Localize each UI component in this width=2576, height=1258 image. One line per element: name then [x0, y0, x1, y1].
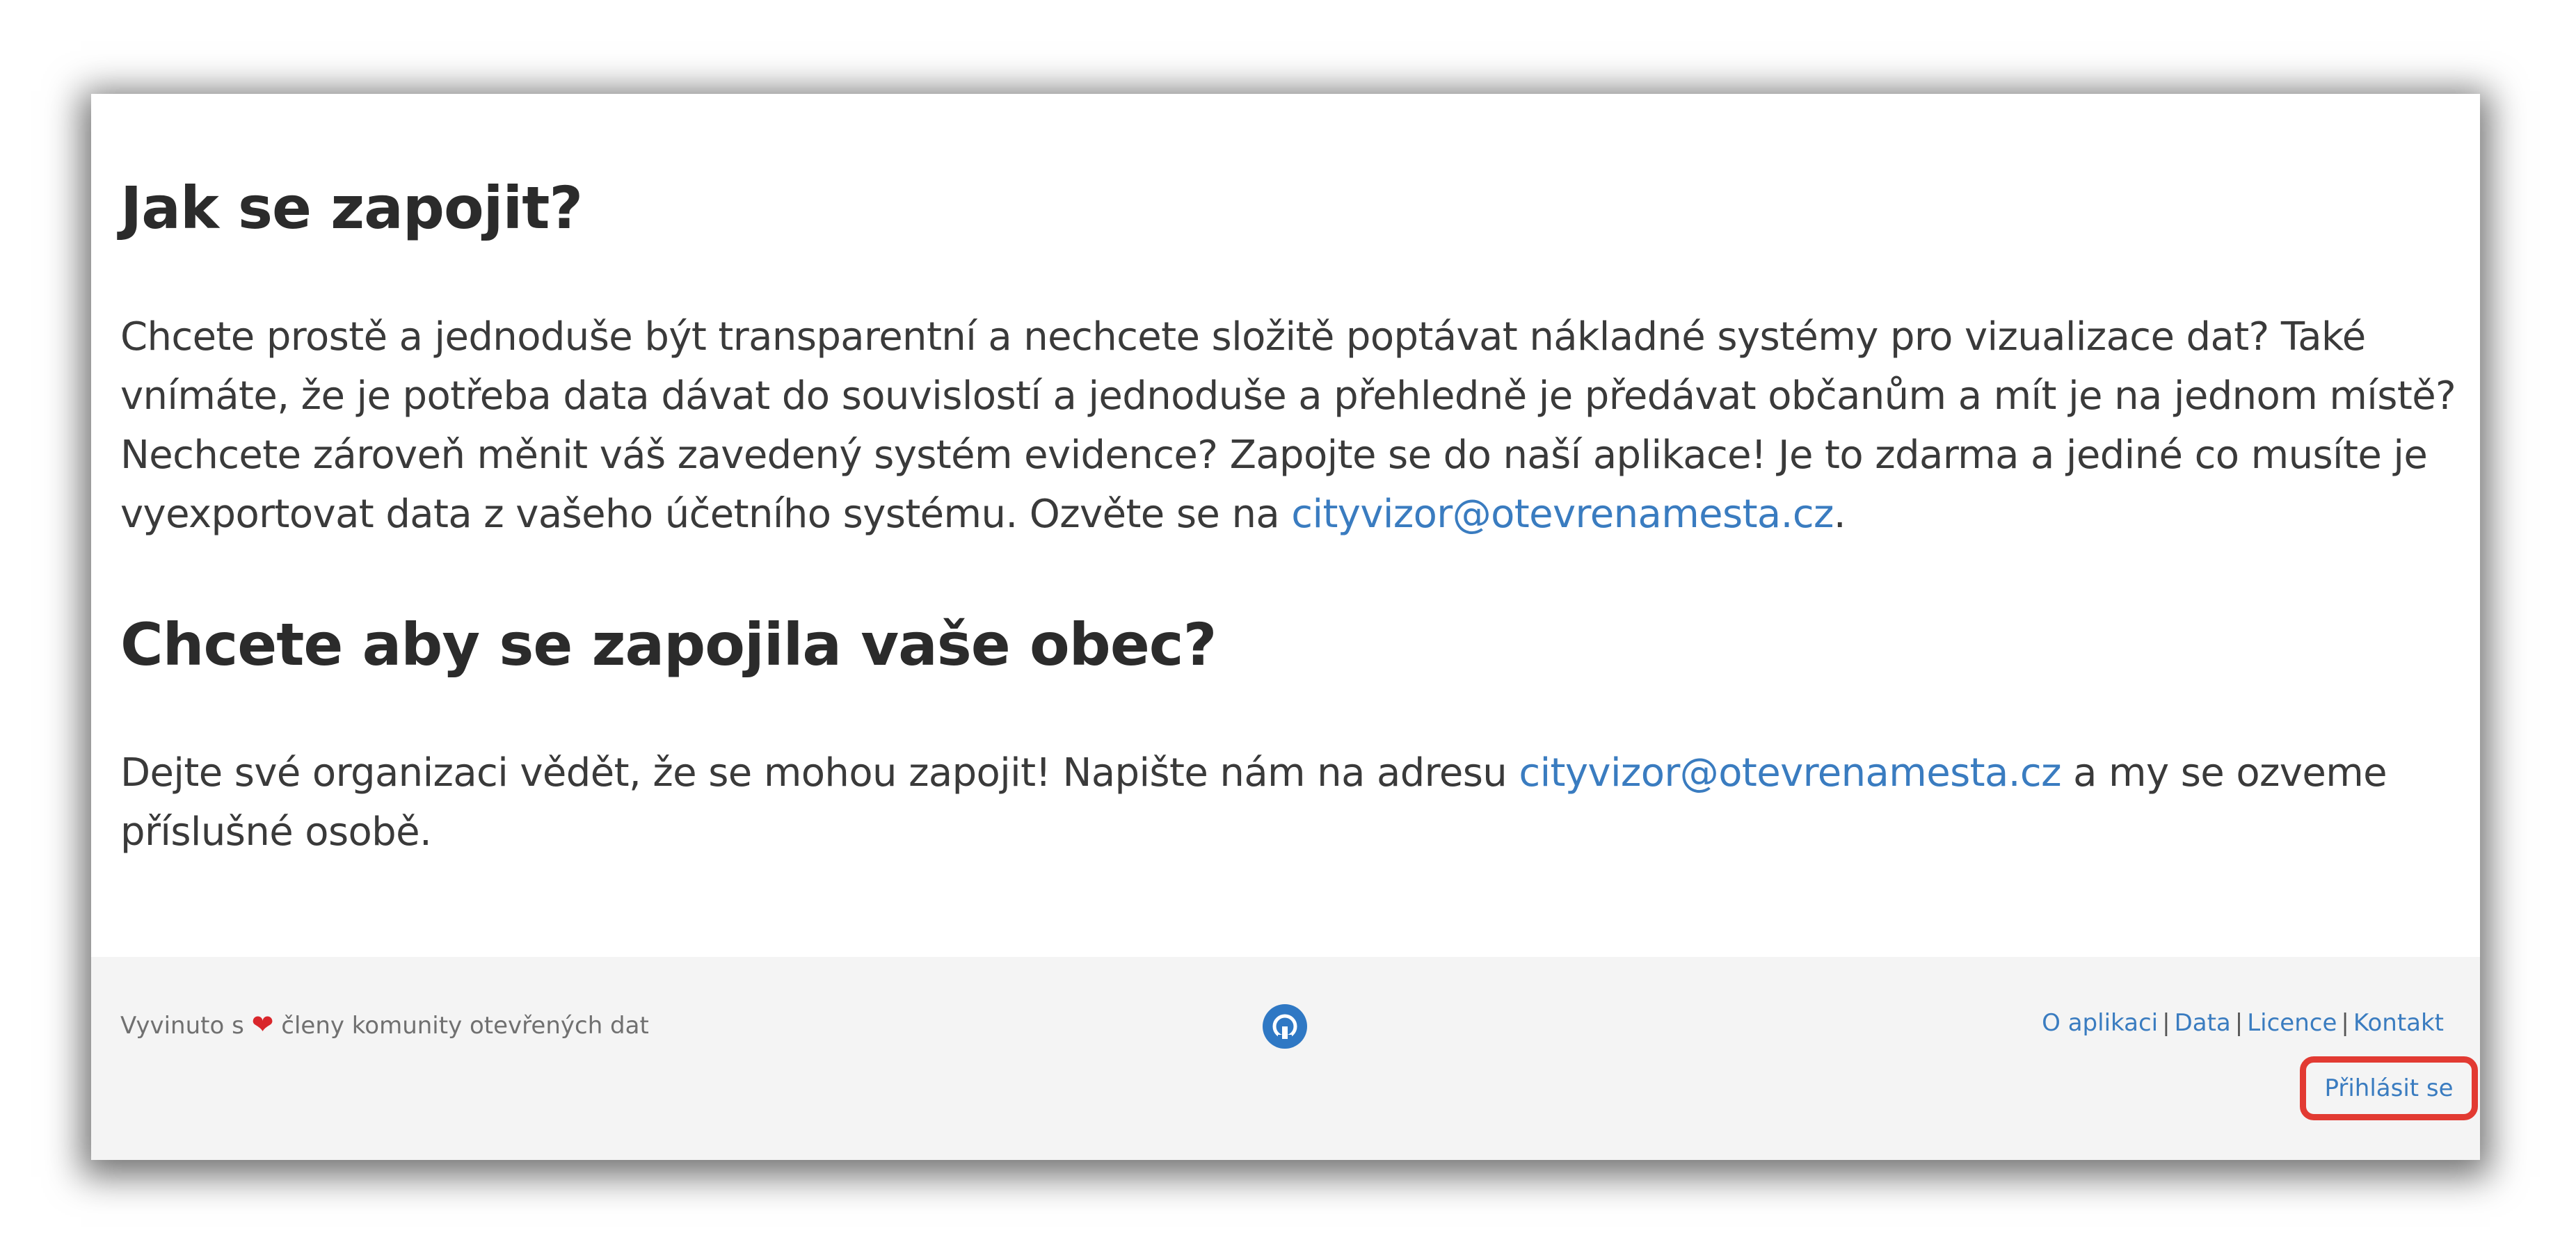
footer-links: O aplikaci | Data | Licence | Kontakt: [2042, 1009, 2444, 1037]
link-separator: |: [2234, 1009, 2243, 1037]
paragraph-city-join-text: Dejte své organizaci vědět, že se mohou …: [120, 750, 1519, 796]
link-separator: |: [2341, 1009, 2349, 1037]
login-highlight: Přihlásit se: [2300, 1056, 2478, 1120]
login-link[interactable]: Přihlásit se: [2324, 1074, 2453, 1102]
footer-credits: Vyvinuto s ❤ členy komunity otevřených d…: [120, 1009, 649, 1040]
main-content: Jak se zapojit? Chcete prostě a jednoduš…: [91, 94, 2480, 957]
footer-link-license[interactable]: Licence: [2247, 1009, 2337, 1037]
credits-prefix: Vyvinuto s: [120, 1012, 244, 1040]
paragraph-how-to-join-end: .: [1833, 492, 1846, 537]
email-link-join[interactable]: cityvizor@otevrenamesta.cz: [1291, 492, 1834, 537]
page-window: Jak se zapojit? Chcete prostě a jednoduš…: [91, 94, 2480, 1160]
footer: Vyvinuto s ❤ členy komunity otevřených d…: [91, 957, 2480, 1160]
footer-link-data[interactable]: Data: [2175, 1009, 2231, 1037]
github-icon[interactable]: [1263, 1004, 1307, 1049]
link-separator: |: [2162, 1009, 2170, 1037]
footer-link-about[interactable]: O aplikaci: [2042, 1009, 2158, 1037]
heart-icon: ❤: [251, 1009, 274, 1040]
footer-link-contact[interactable]: Kontakt: [2353, 1009, 2444, 1037]
github-icon-graphic: [1272, 1014, 1297, 1040]
email-link-city[interactable]: cityvizor@otevrenamesta.cz: [1519, 750, 2061, 796]
paragraph-city-join: Dejte své organizaci vědět, že se mohou …: [120, 743, 2472, 862]
credits-suffix: členy komunity otevřených dat: [281, 1012, 649, 1040]
paragraph-how-to-join-text: Chcete prostě a jednoduše být transparen…: [120, 314, 2456, 537]
heading-city-join: Chcete aby se zapojila vaše obec?: [120, 611, 1217, 679]
heading-how-to-join: Jak se zapojit?: [120, 174, 583, 242]
paragraph-how-to-join: Chcete prostě a jednoduše být transparen…: [120, 307, 2472, 544]
